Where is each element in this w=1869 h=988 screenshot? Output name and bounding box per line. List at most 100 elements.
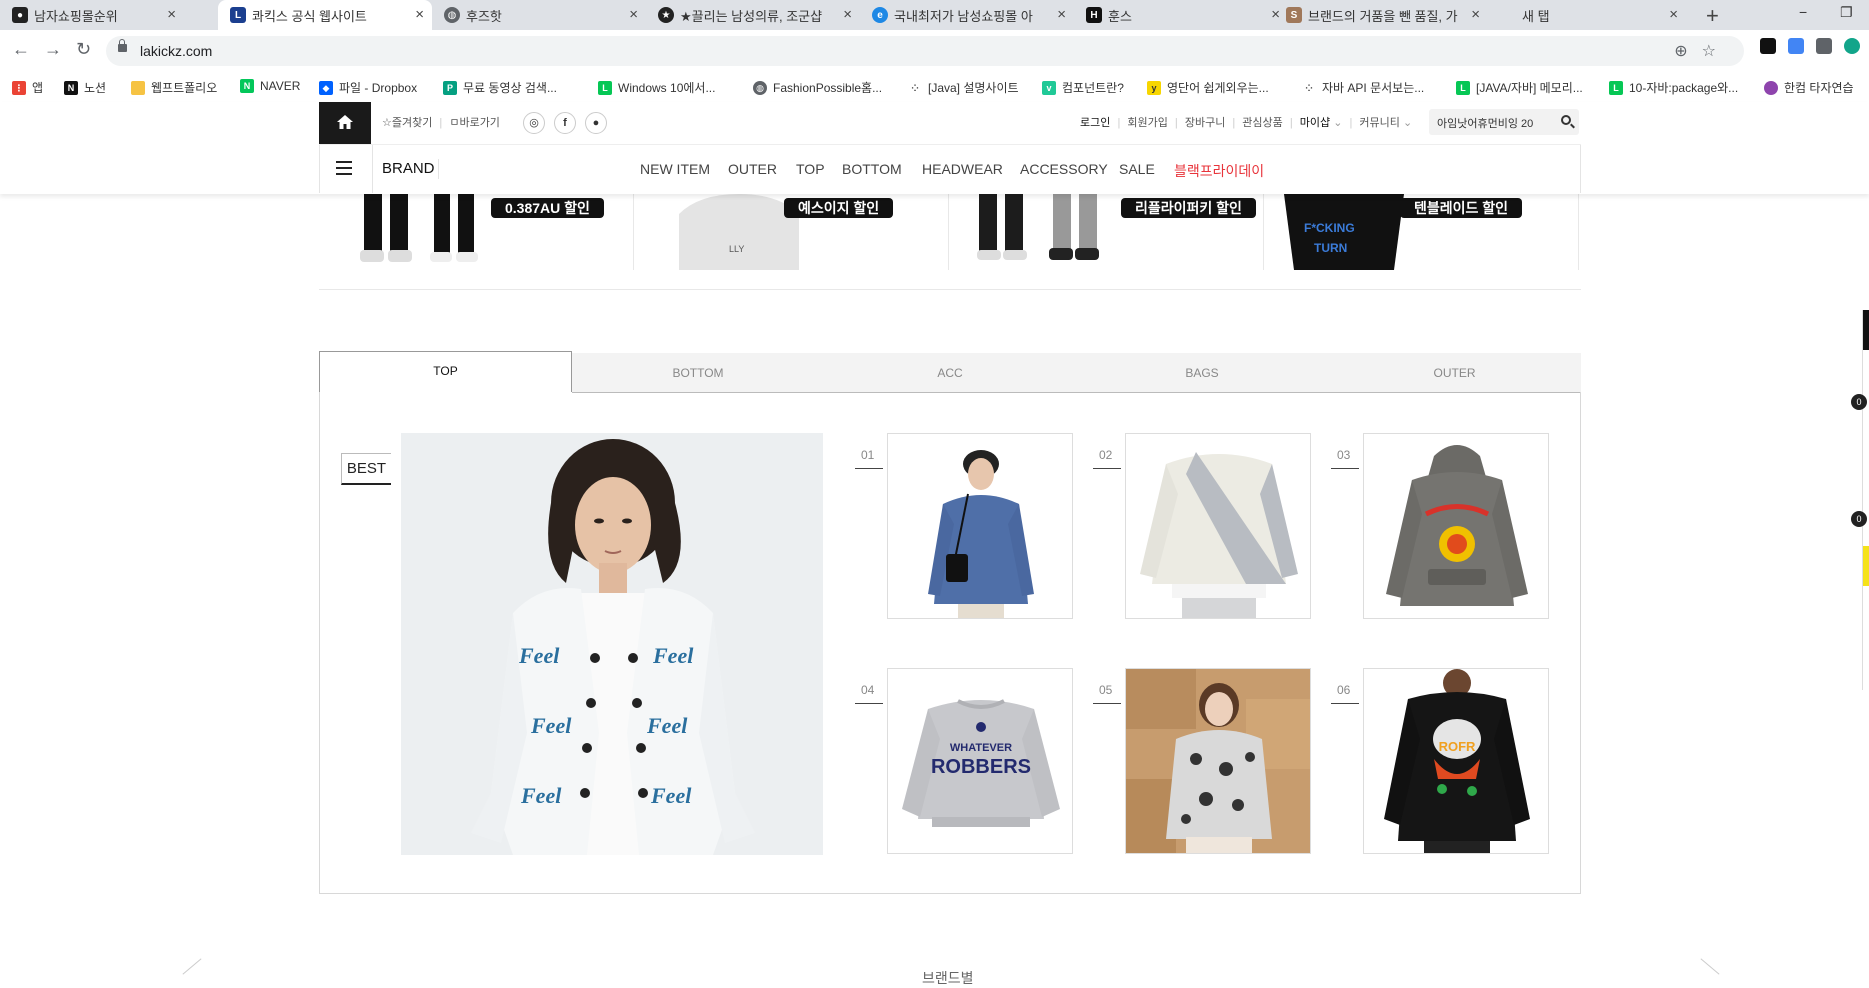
banner-card[interactable]: 리플라이퍼키 할인 <box>949 194 1264 270</box>
bookmark-item[interactable]: P 무료 동영상 검색... <box>443 79 557 96</box>
bookmark-item[interactable]: N 노션 <box>64 79 106 96</box>
menu-top[interactable]: TOP <box>796 161 825 177</box>
bookmark-item[interactable]: ◆ 파일 - Dropbox <box>319 79 417 96</box>
wishlist-link[interactable]: 관심상품 <box>1242 117 1282 129</box>
browser-tab-active[interactable]: L 콰킥스 공식 웹사이트 × <box>218 0 432 30</box>
browser-tab[interactable]: ◍ 후즈핫 × <box>432 0 646 30</box>
bookmark-item[interactable]: y 영단어 쉽게외우는... <box>1147 79 1269 96</box>
best-product-image[interactable]: Feel Feel Feel Feel Feel Feel <box>401 433 823 855</box>
close-tab-icon[interactable]: × <box>167 6 176 23</box>
quick-bar-top-block[interactable] <box>1863 310 1869 350</box>
menu-bottom[interactable]: BOTTOM <box>842 161 902 177</box>
quick-count-badge: 0 <box>1851 511 1867 527</box>
bookmark-item[interactable]: L Windows 10에서... <box>598 79 715 96</box>
reload-icon[interactable]: ↻ <box>76 39 91 60</box>
banner-card[interactable]: LLY 예스이지 할인 <box>634 194 949 270</box>
menu-outer[interactable]: OUTER <box>728 161 777 177</box>
login-link[interactable]: 로그인 <box>1080 117 1110 129</box>
menu-sale[interactable]: SALE <box>1119 161 1155 177</box>
close-tab-icon[interactable]: × <box>843 6 852 23</box>
product-thumb-06[interactable]: ROFR <box>1363 668 1549 854</box>
naver-icon: N <box>240 79 254 93</box>
back-arrow-icon[interactable]: ← <box>12 39 30 60</box>
cart-link[interactable]: 장바구니 <box>1185 117 1225 129</box>
restore-window-icon[interactable]: ❐ <box>1840 4 1853 21</box>
browser-tab[interactable]: 새 탭 × <box>1488 0 1686 30</box>
product-image: ROFR <box>1364 669 1548 853</box>
browser-tab[interactable]: S 브랜드의 거품을 뺀 품질, 가 × <box>1274 0 1488 30</box>
tab-outer[interactable]: OUTER <box>1328 353 1581 393</box>
product-thumb-01[interactable] <box>887 433 1073 619</box>
bookmark-link[interactable]: ☆즐겨찾기 <box>382 117 432 129</box>
dots-icon: ⁘ <box>1302 80 1316 95</box>
line-icon: L <box>598 80 612 95</box>
menu-accessory[interactable]: ACCESSORY <box>1020 161 1108 177</box>
banner-card[interactable]: F*CKING TURN 텐블레이드 할인 <box>1264 194 1579 270</box>
product-thumb-04[interactable]: WHATEVER ROBBERS <box>887 668 1073 854</box>
bookmarks-bar: ⋮ 앱 N 노션 웹프트폴리오 N NAVER ◆ 파일 - Dropbox P 무료 동… <box>0 72 1869 103</box>
menu-new-item[interactable]: NEW ITEM <box>640 161 710 177</box>
myshop-link[interactable]: 마이샵 <box>1300 117 1330 129</box>
rank-number: 03 <box>1331 448 1361 469</box>
menu-black-friday[interactable]: 블랙프라이데이 <box>1174 161 1264 181</box>
tab-bottom[interactable]: BOTTOM <box>572 353 824 393</box>
bookmark-item[interactable]: L 10-자바:package와... <box>1609 79 1738 96</box>
notion-extension-icon[interactable] <box>1760 38 1776 54</box>
bookmark-star-icon[interactable]: ⊕☆ <box>1674 41 1730 61</box>
forward-arrow-icon[interactable]: → <box>44 39 62 60</box>
site-search-input[interactable]: 아임낫어휴먼비잉 20 <box>1429 109 1579 135</box>
banner-card[interactable]: 0.387AU 할인 <box>319 194 634 270</box>
tab-title: 훈스 <box>1108 8 1132 24</box>
bookmark-item[interactable]: ⁘ 자바 API 문서보는... <box>1302 79 1424 96</box>
cardigan-illustration: Feel Feel Feel Feel Feel Feel <box>401 433 823 855</box>
profile-avatar-icon[interactable] <box>1844 38 1860 54</box>
bookmark-item[interactable]: ⁘ [Java] 설명사이트 <box>908 79 1019 96</box>
tab-bags[interactable]: BAGS <box>1076 353 1328 393</box>
search-icon[interactable] <box>1561 115 1571 125</box>
puzzle-extension-icon[interactable] <box>1816 38 1832 54</box>
url-field[interactable]: lakickz.com ⊕☆ <box>106 36 1744 66</box>
user-links: 로그인 | 회원가입 | 장바구니 | 관심상품 | 마이샵 ⌄ | 커뮤니티 … <box>1080 117 1413 129</box>
chat-icon[interactable]: ● <box>585 112 607 134</box>
quick-bar-yellow-block[interactable] <box>1863 546 1869 586</box>
bookmark-item[interactable]: v 컴포넌트란? <box>1042 79 1124 96</box>
product-thumb-05[interactable] <box>1125 668 1311 854</box>
shortcut-link[interactable]: ㅁ바로가기 <box>449 117 500 129</box>
browser-tab[interactable]: H 훈스 × <box>1074 0 1288 30</box>
tab-title: 남자쇼핑몰순위 <box>34 8 118 24</box>
bookmark-item[interactable]: ◍ FashionPossible홈... <box>753 79 882 96</box>
bookmark-item[interactable]: N NAVER <box>240 79 300 93</box>
tab-acc[interactable]: ACC <box>824 353 1076 393</box>
translate-extension-icon[interactable] <box>1788 38 1804 54</box>
browser-tab[interactable]: ● 남자쇼핑몰순위 × <box>0 0 184 30</box>
close-tab-icon[interactable]: × <box>415 6 424 23</box>
tab-top[interactable]: TOP <box>319 351 572 392</box>
hamburger-menu-icon[interactable] <box>336 161 352 175</box>
rank-number: 02 <box>1093 448 1123 469</box>
minimize-window-icon[interactable]: − <box>1799 4 1807 20</box>
bookmark-item[interactable]: 한컴 타자연습 <box>1764 79 1854 96</box>
bookmark-item[interactable]: 웹프트폴리오 <box>131 79 217 96</box>
product-thumb-03[interactable] <box>1363 433 1549 619</box>
brand-menu[interactable]: BRAND <box>382 160 435 177</box>
browser-tab[interactable]: e 국내최저가 남성쇼핑몰 아 × <box>860 0 1074 30</box>
instagram-icon[interactable]: ◎ <box>523 112 545 134</box>
home-button[interactable] <box>319 102 371 144</box>
close-tab-icon[interactable]: × <box>629 6 638 23</box>
join-link[interactable]: 회원가입 <box>1127 117 1167 129</box>
svg-text:F*CKING: F*CKING <box>1304 221 1355 235</box>
community-link[interactable]: 커뮤니티 <box>1359 117 1399 129</box>
section-divider <box>319 289 1581 290</box>
bookmark-item[interactable]: L [JAVA/자바] 메모리... <box>1456 79 1583 96</box>
product-image <box>1126 434 1310 618</box>
new-tab-button[interactable]: + <box>1706 3 1719 29</box>
banner-label: 리플라이퍼키 할인 <box>1121 198 1256 218</box>
product-thumb-02[interactable] <box>1125 433 1311 619</box>
bookmark-item[interactable]: ⋮ 앱 <box>12 79 43 96</box>
close-tab-icon[interactable]: × <box>1057 6 1066 23</box>
close-tab-icon[interactable]: × <box>1471 6 1480 23</box>
browser-tab[interactable]: ★ ★끌리는 남성의류, 조군샵 × <box>646 0 860 30</box>
menu-headwear[interactable]: HEADWEAR <box>922 161 1003 177</box>
close-tab-icon[interactable]: × <box>1669 6 1678 23</box>
facebook-icon[interactable]: f <box>554 112 576 134</box>
